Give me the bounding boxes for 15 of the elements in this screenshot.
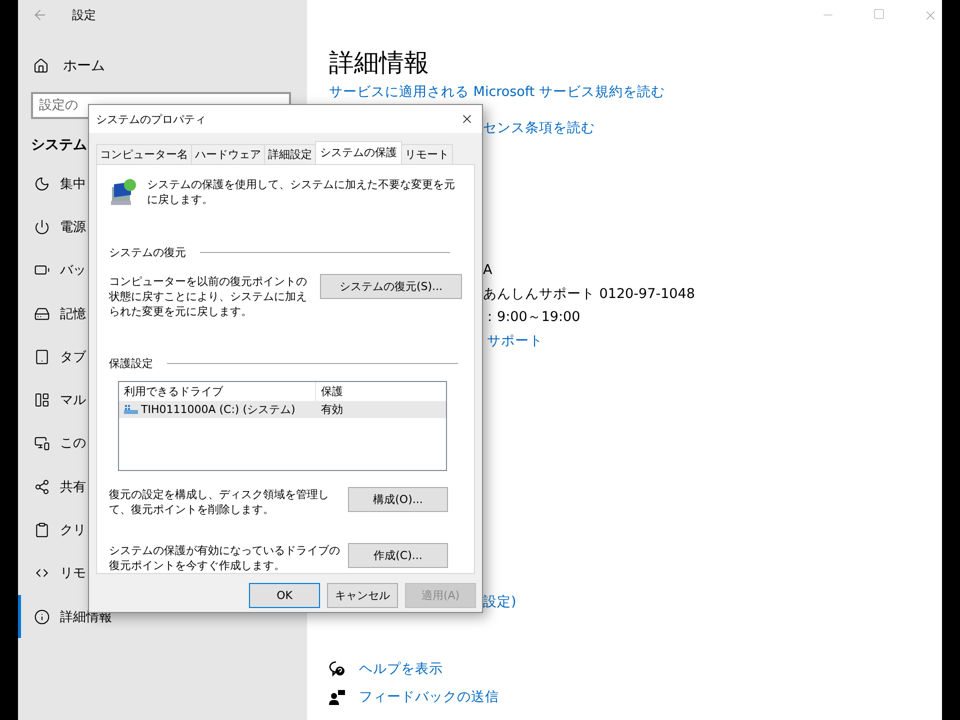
action-text: 復元の設定を構成し、ディスク領域を管理して、復元ポイントを削除します。 [109, 487, 330, 517]
section-title: システム [31, 137, 87, 153]
action-text: システムの保護が有効になっているドライブの復元ポイントを今すぐ作成します。 [109, 543, 341, 573]
support-text: あんしんサポート 0120-97-1048 [483, 284, 696, 304]
dialog-title: システムのプロパティ [96, 112, 206, 126]
support-text: ：9:00～19:00 [483, 308, 582, 327]
window-title: 設定 [72, 6, 96, 24]
intro-text: システムの保護を使用して、システムに加えた不要な変更を元に戻します。 [147, 177, 456, 207]
group-title: システムの復元 [109, 245, 186, 260]
restore-text: コンピューターを以前の復元ポイントの状態に戻すことにより、システムに加えられた変更を元に戻します。 [109, 274, 308, 319]
protection-status: 有効 [321, 402, 343, 417]
support-text: A [483, 261, 494, 280]
group-title: 保護設定 [109, 356, 153, 371]
page-title: 詳細情報 [329, 47, 430, 79]
drive-name: TIH0111000A (C:) (システム) [141, 402, 296, 417]
